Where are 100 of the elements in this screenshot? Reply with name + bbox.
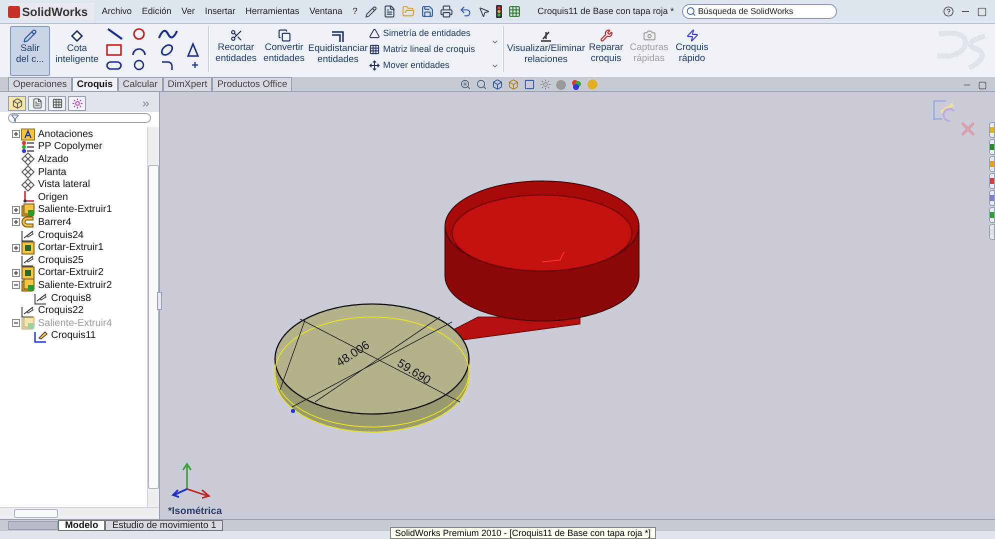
scrollbar[interactable] [147, 127, 159, 507]
menu-item[interactable]: Insertar [204, 4, 236, 18]
sketch-icon [21, 253, 35, 268]
new-file-icon[interactable] [383, 5, 396, 18]
grid-icon [52, 98, 62, 109]
sketch-icon [34, 291, 48, 306]
sweep-icon [21, 215, 35, 230]
plus-icon [12, 244, 18, 251]
expand-toggle[interactable] [12, 206, 20, 214]
task-pane-tab[interactable] [989, 207, 995, 223]
tab[interactable]: DimXpert [162, 77, 212, 91]
task-pane-tab[interactable] [989, 139, 995, 155]
extrude-icon [21, 316, 35, 330]
cut-extrude-icon [21, 240, 35, 255]
tree-item[interactable]: Barrer4 [38, 214, 72, 230]
tree-item[interactable]: Croquis11 [51, 328, 96, 344]
restore-icon[interactable] [978, 80, 987, 90]
tree-item[interactable]: Saliente-Extruir2 [38, 278, 112, 293]
traffic-light-icon[interactable] [496, 5, 502, 18]
exit-sketch-icon [23, 29, 37, 43]
command-button[interactable]: Salir del c... [10, 26, 50, 76]
tab[interactable]: Estudio de movimiento 1 [105, 520, 224, 531]
panel-tab[interactable] [68, 96, 86, 111]
tree-item[interactable]: Anotaciones [38, 126, 94, 142]
material-icon [21, 140, 35, 154]
expand-panel-icon[interactable] [141, 98, 151, 108]
menu-item[interactable]: Archivo [102, 4, 132, 18]
panel-tab[interactable] [28, 96, 46, 111]
scene-icon[interactable] [571, 79, 582, 90]
command-button[interactable]: Cota inteligente [52, 26, 102, 76]
restore-icon[interactable] [977, 6, 987, 16]
tab[interactable]: Calcular [118, 77, 163, 91]
command-button[interactable]: Convertir entidades [261, 26, 307, 76]
menu-item[interactable]: ? [352, 4, 358, 18]
tree-item[interactable]: Croquis24 [38, 228, 84, 243]
command-button[interactable]: Mover entidades [369, 59, 489, 72]
tab[interactable]: Croquis [72, 77, 118, 91]
search-icon [686, 6, 696, 17]
tree-item[interactable]: Croquis25 [38, 252, 84, 268]
tree-item[interactable]: Croquis22 [38, 303, 84, 318]
command-button[interactable]: Simetría de entidades [369, 27, 489, 40]
panel-resize-handle[interactable] [157, 292, 162, 310]
plus-icon [12, 206, 18, 213]
expand-toggle[interactable] [12, 281, 20, 290]
save-icon[interactable] [421, 5, 434, 18]
menu-item[interactable]: Ventana [309, 4, 342, 18]
tree-item[interactable]: PP Copolymer [38, 139, 102, 154]
expand-toggle[interactable] [12, 268, 20, 277]
sun-icon [72, 98, 82, 109]
dropdown-icon[interactable] [491, 38, 499, 46]
command-button[interactable]: Recortar entidades [213, 26, 259, 76]
expand-toggle[interactable] [12, 130, 20, 138]
tree-item[interactable]: Saliente-Extruir1 [38, 202, 112, 218]
undo-icon[interactable] [459, 5, 472, 18]
offset-icon [331, 29, 345, 43]
annotation-folder-icon [21, 127, 35, 142]
tab[interactable]: Modelo [58, 520, 106, 531]
command-button[interactable]: Visualizar/Eliminar relaciones [508, 26, 584, 76]
tree-item[interactable]: Origen [38, 190, 68, 205]
select-pointer-icon[interactable] [478, 6, 490, 18]
minus-icon [12, 320, 18, 326]
search-field[interactable]: Búsqueda de SolidWorks [682, 4, 837, 19]
tree-item[interactable]: Cortar-Extruir1 [38, 240, 104, 256]
trim-icon [230, 29, 242, 42]
expand-toggle[interactable] [12, 218, 20, 226]
command-button[interactable]: Matriz lineal de croquis [369, 43, 489, 56]
tree-item[interactable]: Cortar-Extruir2 [38, 265, 104, 280]
tab[interactable]: Operaciones [8, 77, 72, 91]
print-icon[interactable] [440, 5, 454, 18]
plus-icon [12, 219, 18, 226]
tree-item[interactable]: Planta [38, 164, 66, 180]
zoom-icon[interactable] [460, 79, 472, 90]
help-icon[interactable] [943, 6, 954, 17]
tree-item[interactable]: Croquis8 [51, 290, 92, 306]
sketch-icon [21, 304, 35, 318]
command-button[interactable]: Reparar croquis [586, 26, 626, 76]
task-pane-tab[interactable] [989, 173, 995, 189]
quick-sketch-icon [686, 29, 698, 42]
panel-tab[interactable] [8, 96, 26, 111]
task-pane-tab[interactable] [989, 190, 995, 206]
zoom-area-icon[interactable] [476, 79, 488, 90]
command-button[interactable]: Croquis rápido [672, 26, 712, 76]
filter-field[interactable] [8, 113, 151, 123]
tree-item[interactable]: Alzado [38, 152, 69, 167]
menu-item[interactable]: Herramientas [245, 4, 300, 18]
panel-tab[interactable] [48, 96, 66, 111]
expand-toggle[interactable] [12, 319, 20, 328]
menu-item[interactable]: Edición [142, 4, 172, 18]
expand-toggle[interactable] [12, 244, 20, 252]
sketch-icon [34, 328, 48, 343]
tab[interactable]: Productos Office [212, 77, 292, 91]
sketch-icon [21, 228, 35, 242]
dropdown-icon[interactable] [491, 62, 499, 70]
horizontal-scrollbar[interactable] [0, 507, 159, 519]
menu-item[interactable]: Ver [181, 4, 195, 18]
cut-extrude-icon [21, 266, 35, 280]
tree-item[interactable]: Vista lateral [38, 177, 90, 192]
extrude-icon [21, 202, 35, 217]
command-button[interactable]: Equidistanciar entidades [309, 26, 367, 76]
plane-icon [21, 152, 35, 166]
